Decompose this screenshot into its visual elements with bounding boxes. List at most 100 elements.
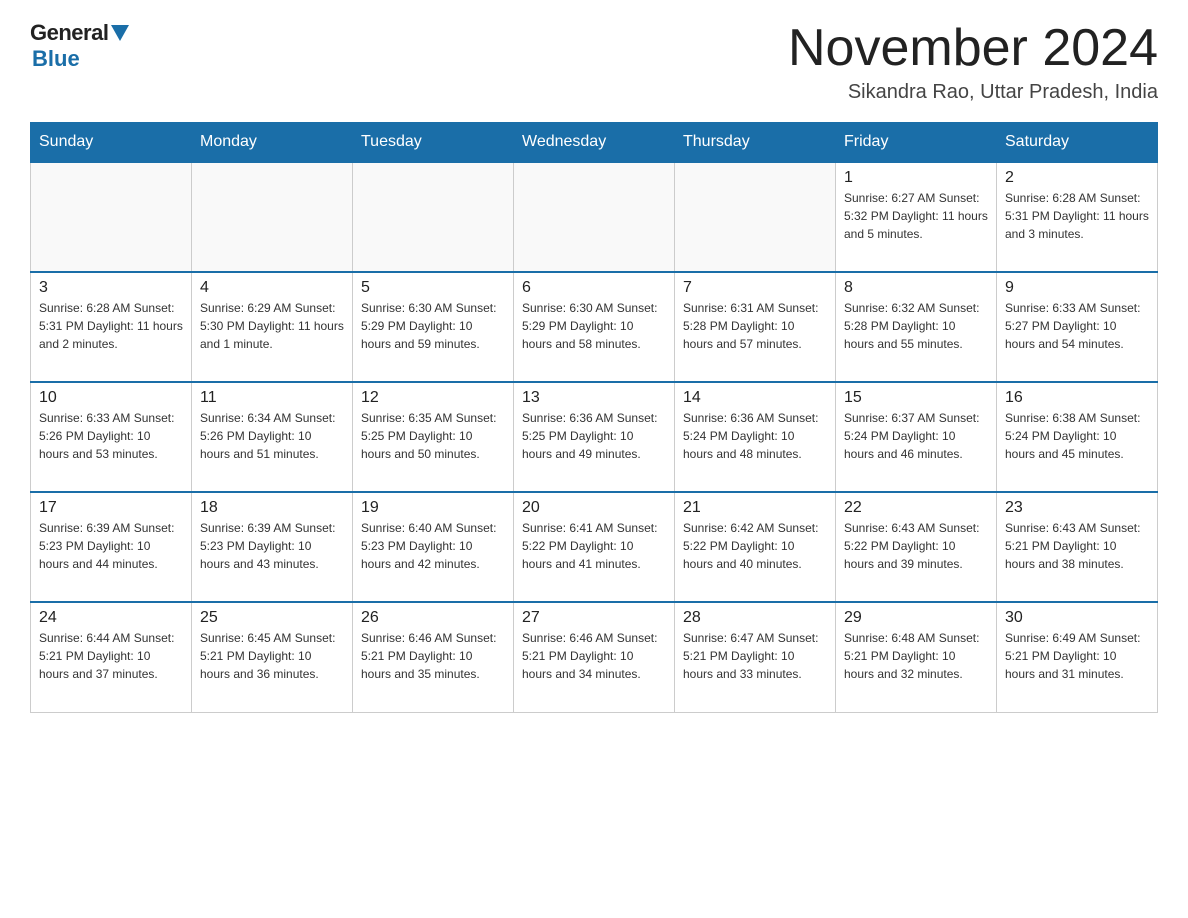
day-info: Sunrise: 6:34 AM Sunset: 5:26 PM Dayligh…	[200, 409, 344, 463]
day-info: Sunrise: 6:44 AM Sunset: 5:21 PM Dayligh…	[39, 629, 183, 683]
logo: General Blue	[30, 20, 129, 72]
calendar-cell	[514, 162, 675, 272]
calendar-cell: 1Sunrise: 6:27 AM Sunset: 5:32 PM Daylig…	[836, 162, 997, 272]
day-number: 29	[844, 609, 988, 627]
calendar-cell: 28 Sunrise: 6:47 AM Sunset: 5:21 PM Dayli…	[675, 602, 836, 712]
calendar-cell: 13 Sunrise: 6:36 AM Sunset: 5:25 PM Dayli…	[514, 382, 675, 492]
weekday-header-row: SundayMondayTuesdayWednesdayThursdayFrid…	[31, 123, 1158, 163]
title-block: November 2024 Sikandra Rao, Uttar Prades…	[788, 20, 1158, 104]
calendar-cell: 16Sunrise: 6:38 AM Sunset: 5:24 PM Dayli…	[997, 382, 1158, 492]
calendar-cell: 20Sunrise: 6:41 AM Sunset: 5:22 PM Dayli…	[514, 492, 675, 602]
calendar-cell: 29 Sunrise: 6:48 AM Sunset: 5:21 PM Dayli…	[836, 602, 997, 712]
calendar-subtitle: Sikandra Rao, Uttar Pradesh, India	[788, 81, 1158, 104]
calendar-week-row: 10Sunrise: 6:33 AM Sunset: 5:26 PM Dayli…	[31, 382, 1158, 492]
day-info: Sunrise: 6:39 AM Sunset: 5:23 PM Dayligh…	[200, 519, 344, 573]
day-info: Sunrise: 6:32 AM Sunset: 5:28 PM Dayligh…	[844, 299, 988, 353]
day-number: 22	[844, 499, 988, 517]
day-info: Sunrise: 6:46 AM Sunset: 5:21 PM Dayligh…	[361, 629, 505, 683]
day-info: Sunrise: 6:37 AM Sunset: 5:24 PM Dayligh…	[844, 409, 988, 463]
calendar-cell: 5 Sunrise: 6:30 AM Sunset: 5:29 PM Daylig…	[353, 272, 514, 382]
calendar-cell	[31, 162, 192, 272]
calendar-cell: 12 Sunrise: 6:35 AM Sunset: 5:25 PM Dayli…	[353, 382, 514, 492]
calendar-cell: 23Sunrise: 6:43 AM Sunset: 5:21 PM Dayli…	[997, 492, 1158, 602]
calendar-cell: 30 Sunrise: 6:49 AM Sunset: 5:21 PM Dayli…	[997, 602, 1158, 712]
calendar-cell: 11 Sunrise: 6:34 AM Sunset: 5:26 PM Dayli…	[192, 382, 353, 492]
logo-arrow-icon	[111, 25, 129, 41]
logo-general-text: General	[30, 20, 108, 46]
day-info: Sunrise: 6:48 AM Sunset: 5:21 PM Dayligh…	[844, 629, 988, 683]
day-info: Sunrise: 6:33 AM Sunset: 5:27 PM Dayligh…	[1005, 299, 1149, 353]
day-number: 7	[683, 279, 827, 297]
day-number: 21	[683, 499, 827, 517]
calendar-week-row: 3 Sunrise: 6:28 AM Sunset: 5:31 PM Daylig…	[31, 272, 1158, 382]
calendar-cell: 6Sunrise: 6:30 AM Sunset: 5:29 PM Daylig…	[514, 272, 675, 382]
day-number: 6	[522, 279, 666, 297]
calendar-body: 1Sunrise: 6:27 AM Sunset: 5:32 PM Daylig…	[31, 162, 1158, 712]
calendar-cell: 21Sunrise: 6:42 AM Sunset: 5:22 PM Dayli…	[675, 492, 836, 602]
day-info: Sunrise: 6:36 AM Sunset: 5:25 PM Dayligh…	[522, 409, 666, 463]
day-info: Sunrise: 6:28 AM Sunset: 5:31 PM Dayligh…	[1005, 189, 1149, 243]
calendar-cell: 9 Sunrise: 6:33 AM Sunset: 5:27 PM Daylig…	[997, 272, 1158, 382]
day-number: 10	[39, 389, 183, 407]
weekday-header-sunday: Sunday	[31, 123, 192, 163]
day-info: Sunrise: 6:35 AM Sunset: 5:25 PM Dayligh…	[361, 409, 505, 463]
calendar-cell	[192, 162, 353, 272]
day-number: 19	[361, 499, 505, 517]
day-number: 5	[361, 279, 505, 297]
calendar-cell	[353, 162, 514, 272]
day-info: Sunrise: 6:46 AM Sunset: 5:21 PM Dayligh…	[522, 629, 666, 683]
day-number: 28	[683, 609, 827, 627]
day-info: Sunrise: 6:49 AM Sunset: 5:21 PM Dayligh…	[1005, 629, 1149, 683]
weekday-header-tuesday: Tuesday	[353, 123, 514, 163]
day-number: 26	[361, 609, 505, 627]
calendar-cell: 7 Sunrise: 6:31 AM Sunset: 5:28 PM Daylig…	[675, 272, 836, 382]
day-number: 20	[522, 499, 666, 517]
calendar-week-row: 24 Sunrise: 6:44 AM Sunset: 5:21 PM Dayli…	[31, 602, 1158, 712]
day-number: 4	[200, 279, 344, 297]
weekday-header-monday: Monday	[192, 123, 353, 163]
logo-blue-text: Blue	[32, 46, 80, 72]
calendar-cell: 14 Sunrise: 6:36 AM Sunset: 5:24 PM Dayli…	[675, 382, 836, 492]
day-number: 15	[844, 389, 988, 407]
day-info: Sunrise: 6:47 AM Sunset: 5:21 PM Dayligh…	[683, 629, 827, 683]
day-number: 12	[361, 389, 505, 407]
calendar-cell: 25Sunrise: 6:45 AM Sunset: 5:21 PM Dayli…	[192, 602, 353, 712]
day-info: Sunrise: 6:30 AM Sunset: 5:29 PM Dayligh…	[361, 299, 505, 353]
day-number: 11	[200, 389, 344, 407]
calendar-cell	[675, 162, 836, 272]
calendar-cell: 4 Sunrise: 6:29 AM Sunset: 5:30 PM Daylig…	[192, 272, 353, 382]
day-number: 27	[522, 609, 666, 627]
day-info: Sunrise: 6:29 AM Sunset: 5:30 PM Dayligh…	[200, 299, 344, 353]
calendar-cell: 15 Sunrise: 6:37 AM Sunset: 5:24 PM Dayli…	[836, 382, 997, 492]
calendar-cell: 17 Sunrise: 6:39 AM Sunset: 5:23 PM Dayli…	[31, 492, 192, 602]
calendar-week-row: 1Sunrise: 6:27 AM Sunset: 5:32 PM Daylig…	[31, 162, 1158, 272]
day-number: 1	[844, 169, 988, 187]
calendar-cell: 22 Sunrise: 6:43 AM Sunset: 5:22 PM Dayli…	[836, 492, 997, 602]
calendar-cell: 3 Sunrise: 6:28 AM Sunset: 5:31 PM Daylig…	[31, 272, 192, 382]
calendar-cell: 18 Sunrise: 6:39 AM Sunset: 5:23 PM Dayli…	[192, 492, 353, 602]
page-header: General Blue November 2024 Sikandra Rao,…	[30, 20, 1158, 104]
day-info: Sunrise: 6:39 AM Sunset: 5:23 PM Dayligh…	[39, 519, 183, 573]
day-number: 13	[522, 389, 666, 407]
calendar-week-row: 17 Sunrise: 6:39 AM Sunset: 5:23 PM Dayli…	[31, 492, 1158, 602]
day-info: Sunrise: 6:45 AM Sunset: 5:21 PM Dayligh…	[200, 629, 344, 683]
day-number: 17	[39, 499, 183, 517]
day-number: 18	[200, 499, 344, 517]
day-number: 30	[1005, 609, 1149, 627]
day-number: 24	[39, 609, 183, 627]
day-number: 14	[683, 389, 827, 407]
calendar-table: SundayMondayTuesdayWednesdayThursdayFrid…	[30, 122, 1158, 713]
day-info: Sunrise: 6:28 AM Sunset: 5:31 PM Dayligh…	[39, 299, 183, 353]
calendar-cell: 10Sunrise: 6:33 AM Sunset: 5:26 PM Dayli…	[31, 382, 192, 492]
weekday-header-saturday: Saturday	[997, 123, 1158, 163]
day-number: 3	[39, 279, 183, 297]
day-number: 9	[1005, 279, 1149, 297]
calendar-cell: 2Sunrise: 6:28 AM Sunset: 5:31 PM Daylig…	[997, 162, 1158, 272]
day-info: Sunrise: 6:31 AM Sunset: 5:28 PM Dayligh…	[683, 299, 827, 353]
day-info: Sunrise: 6:43 AM Sunset: 5:22 PM Dayligh…	[844, 519, 988, 573]
calendar-cell: 8Sunrise: 6:32 AM Sunset: 5:28 PM Daylig…	[836, 272, 997, 382]
weekday-header-thursday: Thursday	[675, 123, 836, 163]
calendar-cell: 24 Sunrise: 6:44 AM Sunset: 5:21 PM Dayli…	[31, 602, 192, 712]
weekday-header-wednesday: Wednesday	[514, 123, 675, 163]
day-info: Sunrise: 6:36 AM Sunset: 5:24 PM Dayligh…	[683, 409, 827, 463]
